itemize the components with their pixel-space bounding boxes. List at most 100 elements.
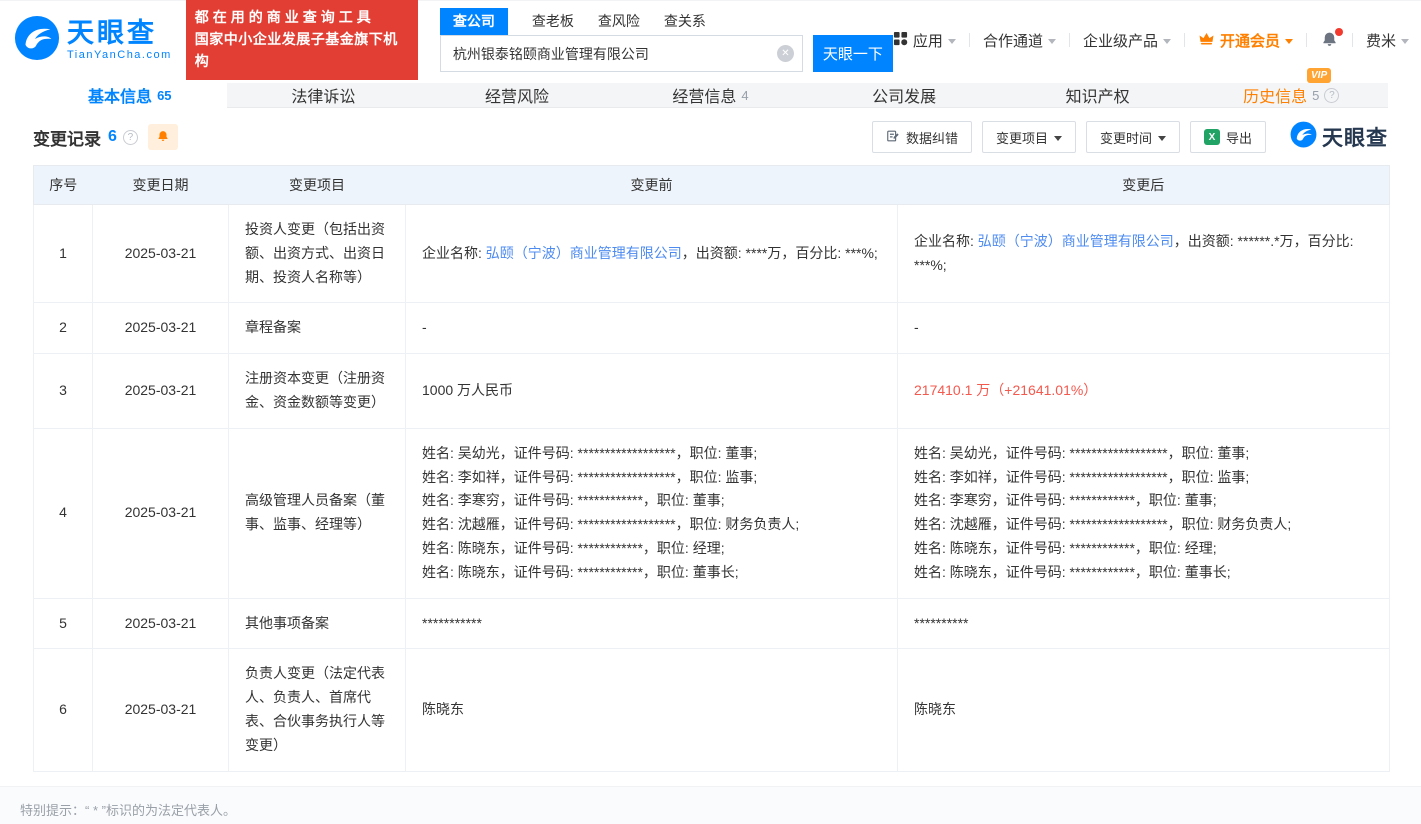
cell-text: 姓名: 吴幼光，证件号码: ******************，职位: 董事; [422,445,757,461]
column-header: 变更前 [406,166,898,205]
chevron-down-icon [1401,39,1409,44]
change-record-table: 序号变更日期变更项目变更前变更后 12025-03-21投资人变更（包括出资额、… [33,165,1388,772]
cell-change-item: 章程备案 [229,303,406,354]
cell-text: ，出资额: ****万，百分比: ***%; [682,245,878,261]
cell-date: 2025-03-21 [93,598,229,649]
divider [1069,33,1070,47]
divider [1352,33,1353,47]
divider [1306,33,1307,47]
cell-change-item: 其他事项备案 [229,598,406,649]
cell-before: *********** [406,598,898,649]
page-tab-2[interactable]: 经营风险 [420,83,614,107]
page: 天眼查 TianYanCha.com 都在用的商业查询工具 国家中小企业发展子基… [0,0,1421,824]
search-tabs: 查公司查老板查风险查关系 [440,8,893,35]
section-count: 6 [108,128,117,146]
help-icon[interactable]: ? [123,130,138,145]
search-tab-1[interactable]: 查老板 [532,8,574,35]
data-correction-button[interactable]: 数据纠错 [872,121,972,153]
page-tab-6[interactable]: 历史信息VIP5? [1194,83,1388,107]
cell-before: 1000 万人民币 [406,354,898,429]
cell-text: 姓名: 沈越雁，证件号码: ******************，职位: 财务负… [914,516,1291,532]
cell-text: 姓名: 陈晓东，证件号码: ************，职位: 经理; [422,540,725,556]
tianyancha-logo[interactable]: 天眼查 TianYanCha.com [14,15,172,66]
cell-before: 姓名: 吴幼光，证件号码: ******************，职位: 董事;… [406,428,898,598]
cell-after: ********** [898,598,1390,649]
chevron-down-icon [1285,39,1293,44]
page-tab-5[interactable]: 知识产权 [1001,83,1195,107]
cell-text: 企业名称: [422,245,486,261]
cell-text: 姓名: 沈越雁，证件号码: ******************，职位: 财务负… [422,516,799,532]
table-row: 12025-03-21投资人变更（包括出资额、出资方式、出资日期、投资人名称等）… [34,205,1390,303]
table-row: 62025-03-21负责人变更（法定代表人、负责人、首席代表、合伙事务执行人等… [34,649,1390,771]
table-row: 22025-03-21章程备案-- [34,303,1390,354]
chevron-down-icon [1163,39,1171,44]
page-tab-3[interactable]: 经营信息4 [614,83,808,107]
nav-apps[interactable]: 应用 [893,30,956,51]
cell-seq: 6 [34,649,93,771]
cell-after: - [898,303,1390,354]
cell-seq: 2 [34,303,93,354]
nav-partner[interactable]: 合作通道 [983,30,1056,51]
cell-date: 2025-03-21 [93,649,229,771]
cell-text: 姓名: 陈晓东，证件号码: ************，职位: 董事长; [422,564,739,580]
logo-subtitle: TianYanCha.com [67,50,172,61]
cell-text: - [914,319,919,335]
cell-change-item: 高级管理人员备案（董事、监事、经理等） [229,428,406,598]
cell-seq: 1 [34,205,93,303]
clear-input-icon[interactable]: ✕ [777,45,794,62]
cell-text: - [422,319,427,335]
nav-enterprise[interactable]: 企业级产品 [1083,30,1171,51]
nav-vip-upgrade[interactable]: 开通会员 [1198,30,1293,51]
grid-icon [893,31,908,50]
table-row: 52025-03-21其他事项备案********************* [34,598,1390,649]
cell-text: 姓名: 李如祥，证件号码: ******************，职位: 监事; [422,469,757,485]
vip-badge: VIP [1307,68,1331,83]
page-tabs: 基本信息65法律诉讼经营风险经营信息4公司发展知识产权历史信息VIP5? [33,83,1388,108]
cell-date: 2025-03-21 [93,303,229,354]
crown-icon [1198,30,1215,51]
search-area: 查公司查老板查风险查关系 ✕ 天眼一下 [440,8,893,72]
page-tab-4[interactable]: 公司发展 [807,83,1001,107]
cell-text: 1000 万人民币 [422,382,513,398]
subscribe-bell-button[interactable] [148,124,178,150]
help-icon[interactable]: ? [1324,88,1339,103]
cell-before: - [406,303,898,354]
cell-text: 陈晓东 [422,701,464,717]
search-tab-0[interactable]: 查公司 [440,8,508,35]
search-tab-2[interactable]: 查风险 [598,8,640,35]
cell-seq: 5 [34,598,93,649]
cell-after: 姓名: 吴幼光，证件号码: ******************，职位: 董事;… [898,428,1390,598]
excel-icon: X [1204,129,1220,145]
page-tab-1[interactable]: 法律诉讼 [227,83,421,107]
cell-seq: 3 [34,354,93,429]
search-button[interactable]: 天眼一下 [813,35,893,72]
footer-note: 特别提示：“ * ”标识的为法定代表人。 [20,803,236,818]
company-link[interactable]: 弘颐（宁波）商业管理有限公司 [978,233,1174,249]
search-tab-3[interactable]: 查关系 [664,8,706,35]
divider [1184,33,1185,47]
cell-date: 2025-03-21 [93,205,229,303]
tab-count: 4 [741,88,748,103]
cell-before: 企业名称: 弘颐（宁波）商业管理有限公司，出资额: ****万，百分比: ***… [406,205,898,303]
cell-text: 陈晓东 [914,701,956,717]
notification-bell-icon[interactable] [1320,31,1339,50]
header: 天眼查 TianYanCha.com 都在用的商业查询工具 国家中小企业发展子基… [0,1,1421,79]
column-header: 变更项目 [229,166,406,205]
cell-text: 姓名: 李寒穷，证件号码: ************，职位: 董事; [422,492,725,508]
company-link[interactable]: 弘颐（宁波）商业管理有限公司 [486,245,682,261]
cell-text: *********** [422,615,482,631]
chevron-down-icon [948,39,956,44]
nav-user[interactable]: 费米 [1366,30,1409,51]
cell-text: 姓名: 陈晓东，证件号码: ************，职位: 董事长; [914,564,1231,580]
filter-change-item-button[interactable]: 变更项目 [982,121,1076,153]
search-input[interactable] [440,35,803,72]
cell-change-item: 负责人变更（法定代表人、负责人、首席代表、合伙事务执行人等变更） [229,649,406,771]
tab-count: 5 [1312,88,1319,103]
chevron-down-icon [1048,39,1056,44]
cell-change-item: 注册资本变更（注册资金、资金数额等变更） [229,354,406,429]
filter-change-time-button[interactable]: 变更时间 [1086,121,1180,153]
table-row: 42025-03-21高级管理人员备案（董事、监事、经理等）姓名: 吴幼光，证件… [34,428,1390,598]
chevron-down-icon [1158,136,1166,141]
page-tab-0[interactable]: 基本信息65 [33,83,227,108]
export-button[interactable]: X 导出 [1190,121,1266,153]
